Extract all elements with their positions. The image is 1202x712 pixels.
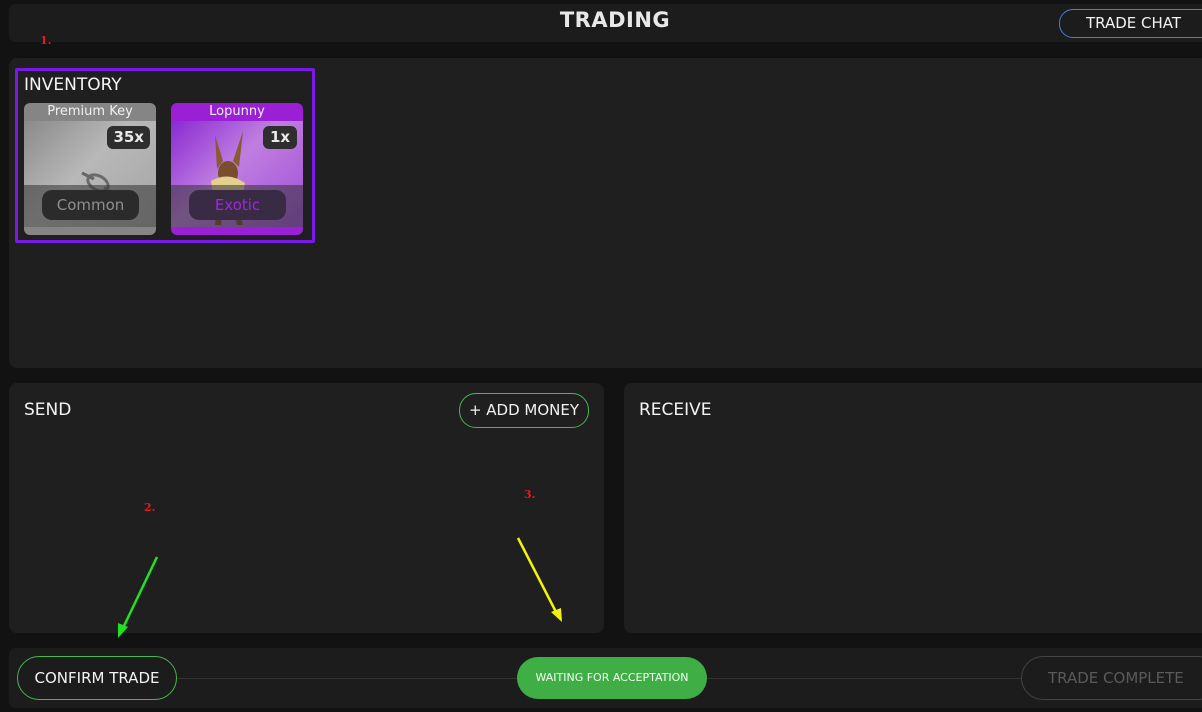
- confirm-trade-button[interactable]: CONFIRM TRADE: [17, 656, 177, 700]
- inventory-item-premium-key[interactable]: Premium Key 35x Common: [24, 103, 156, 235]
- add-money-button[interactable]: + ADD MONEY: [459, 393, 589, 428]
- waiting-status-badge: WAITING FOR ACCEPTATION: [517, 657, 707, 699]
- receive-title: RECEIVE: [639, 400, 712, 420]
- annotation-2: 2.: [144, 501, 156, 514]
- card-footer-strip: [171, 227, 303, 235]
- rarity-badge: Exotic: [189, 190, 286, 220]
- inventory-title: INVENTORY: [24, 75, 122, 95]
- trade-chat-button[interactable]: TRADE CHAT: [1059, 9, 1202, 38]
- send-title: SEND: [24, 400, 72, 420]
- receive-panel: [624, 383, 1202, 633]
- annotation-3: 3.: [524, 488, 536, 501]
- page-title: TRADING: [559, 8, 671, 32]
- item-count-badge: 1x: [263, 126, 297, 149]
- annotation-1: 1.: [40, 34, 52, 47]
- inventory-item-lopunny[interactable]: Lopunny 1x Exotic: [171, 103, 303, 235]
- trade-complete-button[interactable]: TRADE COMPLETE: [1021, 656, 1202, 700]
- card-footer-strip: [24, 227, 156, 235]
- item-name: Lopunny: [171, 103, 303, 121]
- item-count-badge: 35x: [107, 126, 150, 149]
- rarity-badge: Common: [42, 190, 139, 220]
- item-name: Premium Key: [24, 103, 156, 121]
